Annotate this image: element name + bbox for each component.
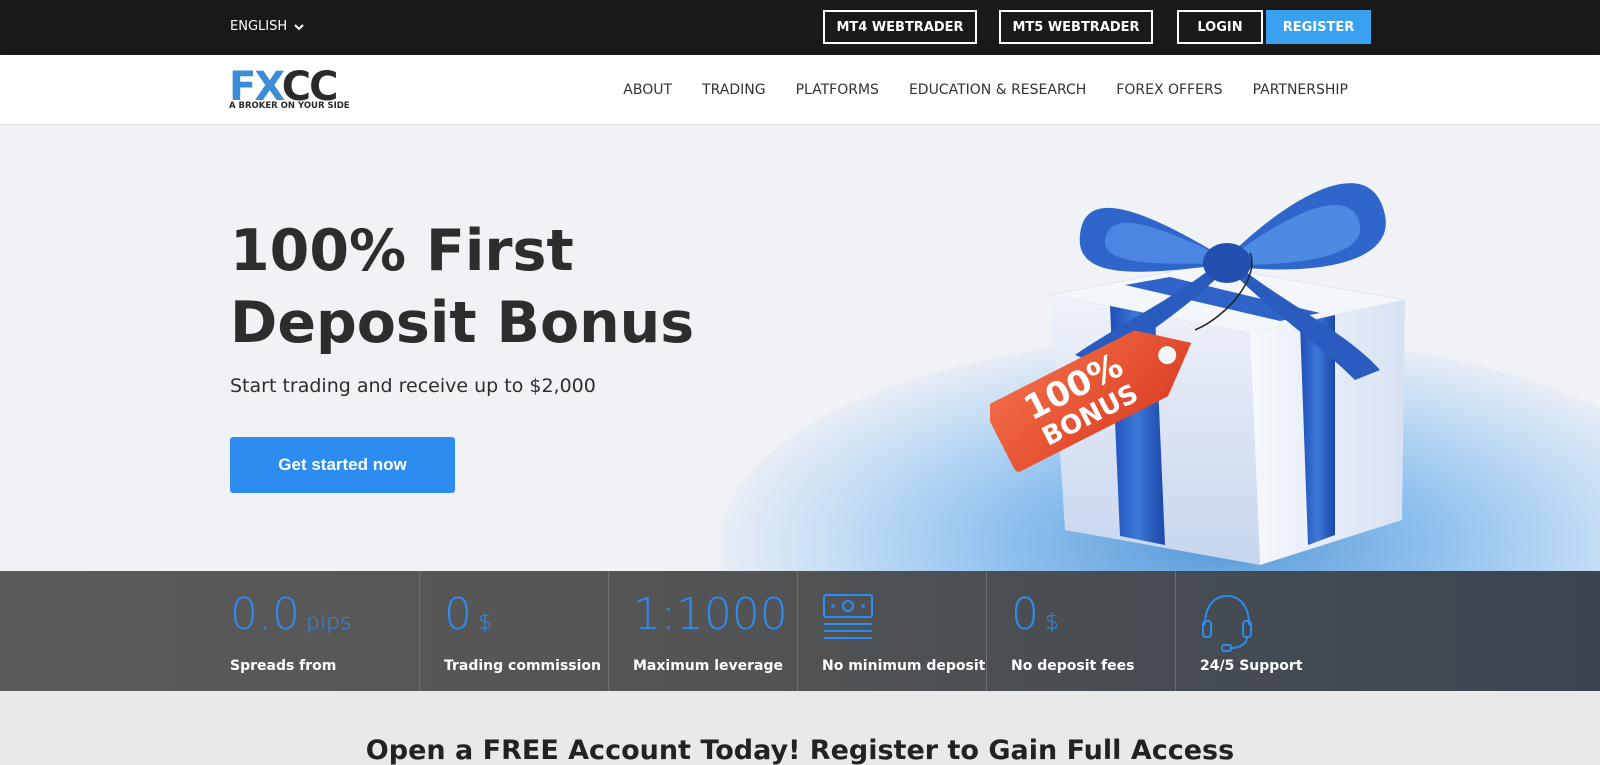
stats-band: 0.0 pips Spreads from 0 $ Trading commissi… bbox=[0, 571, 1600, 691]
nav-platforms[interactable]: PLATFORMS bbox=[796, 82, 879, 98]
login-button[interactable]: LOGIN bbox=[1177, 10, 1263, 44]
gift-box-illustration: 100% BONUS bbox=[990, 183, 1406, 565]
chevron-down-icon bbox=[294, 23, 304, 30]
stat-value: 0 $ bbox=[444, 589, 492, 640]
register-section: Open a FREE Account Today! Register to G… bbox=[0, 691, 1600, 765]
stat-label: No deposit fees bbox=[1011, 658, 1135, 674]
register-heading: Open a FREE Account Today! Register to G… bbox=[365, 735, 1235, 765]
stat-label: No minimum deposit bbox=[822, 658, 986, 674]
hero-title-line-1: 100% First bbox=[230, 218, 574, 284]
stat-label: Maximum leverage bbox=[633, 658, 784, 674]
headset-icon bbox=[1202, 594, 1252, 652]
hero-title-line-2: Deposit Bonus bbox=[230, 290, 695, 356]
stat-value: 1:1000 bbox=[633, 589, 788, 640]
stat-spreads: 0.0 pips Spreads from bbox=[206, 571, 395, 691]
nav-partnership[interactable]: PARTNERSHIP bbox=[1253, 82, 1348, 98]
main-nav: ABOUT TRADING PLATFORMS EDUCATION & RESE… bbox=[623, 55, 1348, 125]
logo-tagline: A BROKER ON YOUR SIDE bbox=[229, 101, 350, 111]
stat-value: 0.0 pips bbox=[230, 589, 352, 640]
stat-commission: 0 $ Trading commission bbox=[419, 571, 608, 691]
nav-forex-offers[interactable]: FOREX OFFERS bbox=[1116, 82, 1222, 98]
mt5-webtrader-button[interactable]: MT5 WEBTRADER bbox=[999, 10, 1153, 44]
stat-min-deposit: No minimum deposit bbox=[797, 571, 986, 691]
stat-label: 24/5 Support bbox=[1200, 658, 1303, 674]
get-started-button[interactable]: Get started now bbox=[230, 437, 455, 493]
hero-title: 100% First Deposit Bonus bbox=[230, 215, 830, 359]
hero-subtitle: Start trading and receive up to $2,000 bbox=[230, 375, 596, 397]
fxcc-logo[interactable]: FXCC A BROKER ON YOUR SIDE bbox=[229, 67, 367, 115]
language-label: ENGLISH bbox=[230, 19, 288, 34]
mt4-webtrader-button[interactable]: MT4 WEBTRADER bbox=[823, 10, 977, 44]
stat-deposit-fees: 0 $ No deposit fees bbox=[986, 571, 1175, 691]
banknote-icon bbox=[823, 594, 873, 639]
stat-support: 24/5 Support bbox=[1175, 571, 1364, 691]
hero-banner: 100% First Deposit Bonus Start trading a… bbox=[0, 125, 1600, 571]
top-bar: ENGLISH MT4 WEBTRADER MT5 WEBTRADER LOGI… bbox=[0, 0, 1600, 55]
nav-education-research[interactable]: EDUCATION & RESEARCH bbox=[909, 82, 1086, 98]
language-selector[interactable]: ENGLISH bbox=[230, 19, 305, 34]
main-header: FXCC A BROKER ON YOUR SIDE ABOUT TRADING… bbox=[0, 55, 1600, 125]
nav-trading[interactable]: TRADING bbox=[702, 82, 766, 98]
stat-label: Spreads from bbox=[230, 658, 337, 674]
stat-leverage: 1:1000 Maximum leverage bbox=[608, 571, 797, 691]
register-button[interactable]: REGISTER bbox=[1266, 10, 1371, 44]
stat-label: Trading commission bbox=[444, 658, 601, 674]
stat-value: 0 $ bbox=[1011, 589, 1059, 640]
nav-about[interactable]: ABOUT bbox=[623, 82, 672, 98]
